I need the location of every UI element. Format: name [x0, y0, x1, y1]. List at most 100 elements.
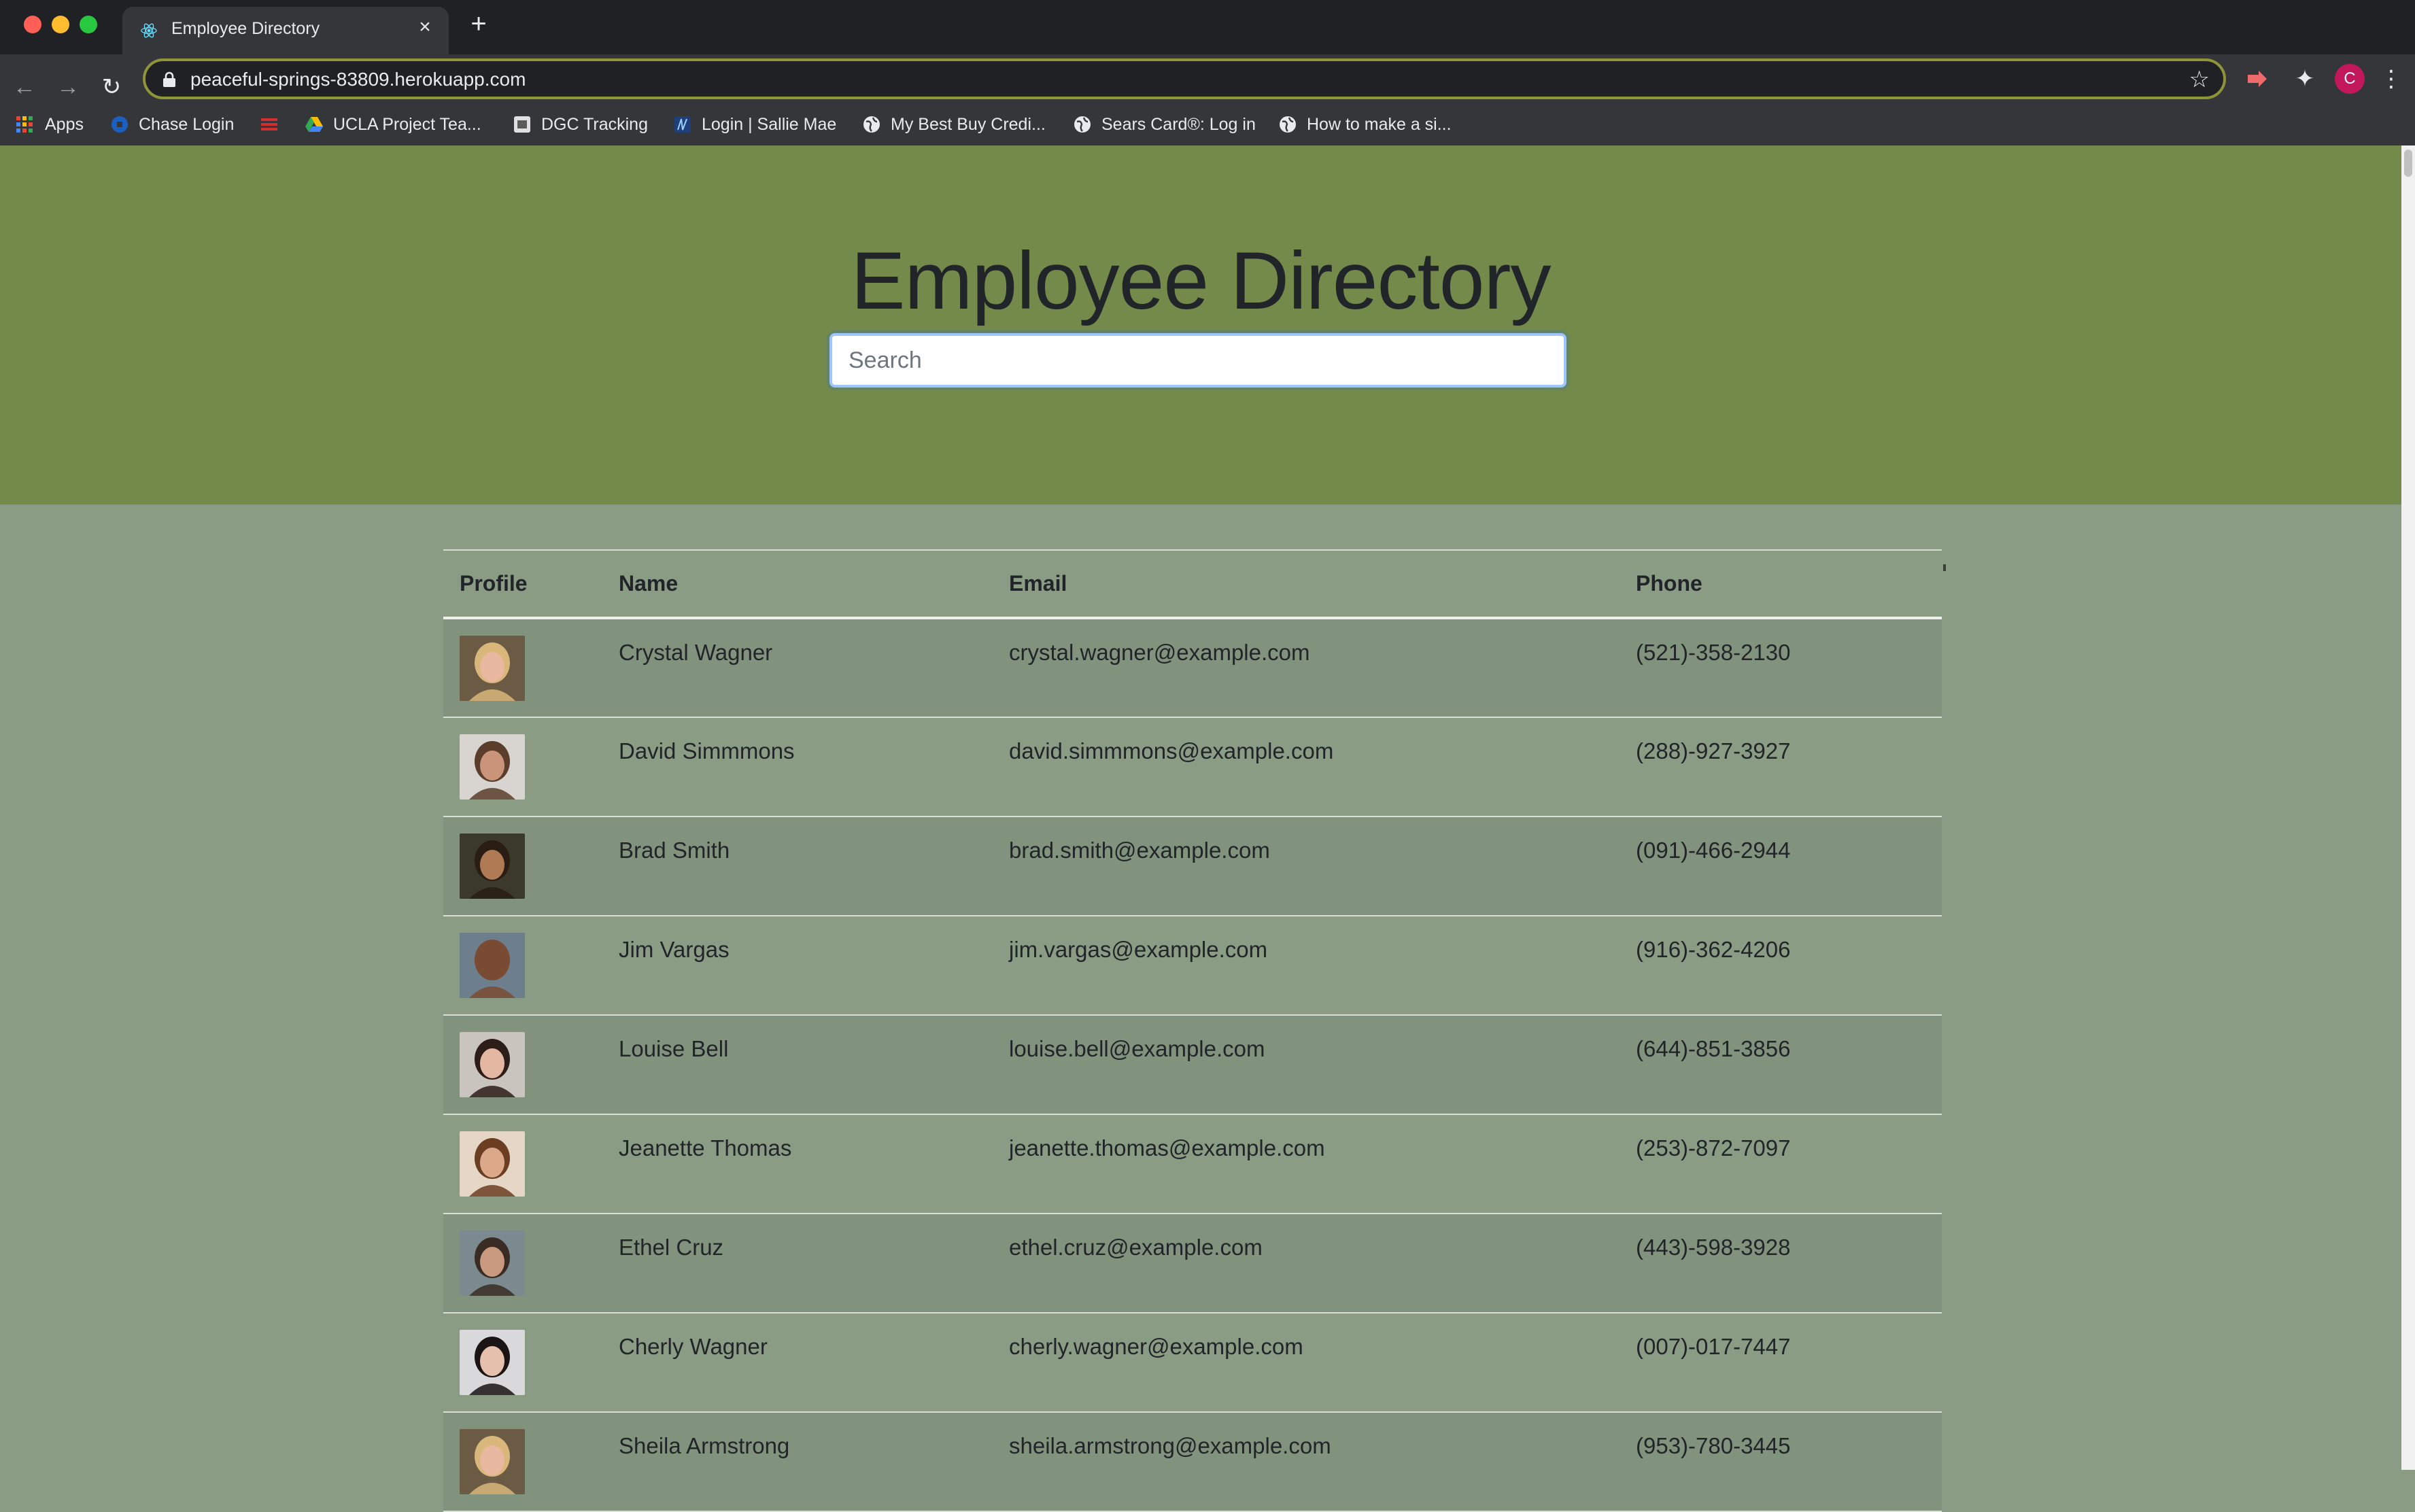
profile-cell [443, 1015, 602, 1115]
extension-arrow-icon[interactable] [2244, 65, 2271, 92]
phone-cell: (288)-927-3927 [1620, 717, 1942, 817]
profile-cell [443, 1313, 602, 1413]
name-cell: Ethel Cruz [602, 1214, 993, 1313]
profile-cell [443, 817, 602, 916]
phone-cell: (644)-851-3856 [1620, 1015, 1942, 1115]
tracking-icon [514, 116, 530, 133]
bookmark-ucla-project[interactable]: UCLA Project Tea... [305, 113, 481, 136]
phone-cell: (953)-780-3445 [1620, 1412, 1942, 1512]
profile-photo [460, 734, 525, 800]
forward-arrow-icon[interactable]: → [54, 73, 82, 101]
url-text: peaceful-springs-83809.herokuapp.com [190, 69, 526, 90]
minimize-window-button[interactable] [52, 16, 69, 33]
email-cell: david.simmmons@example.com [993, 717, 1620, 817]
employee-table: Profile Name Email Phone Crystal Wagner c… [443, 549, 1942, 1512]
table-header-row: Profile Name Email Phone [443, 549, 1942, 619]
name-cell: Jeanette Thomas [602, 1114, 993, 1214]
profile-photo [460, 1429, 525, 1494]
bookmark-best-buy[interactable]: My Best Buy Credi... [862, 113, 1046, 136]
address-bar[interactable]: peaceful-springs-83809.herokuapp.com ☆ [143, 58, 2226, 99]
name-cell: Sheila Armstrong [602, 1412, 993, 1512]
browser-tab-active[interactable]: Employee Directory × [122, 7, 449, 54]
email-cell: brad.smith@example.com [993, 817, 1620, 916]
bookmark-apps[interactable]: Apps [16, 113, 84, 136]
phone-cell: (443)-598-3928 [1620, 1214, 1942, 1313]
profile-photo [460, 1330, 525, 1395]
table-row[interactable]: Cherly Wagner cherly.wagner@example.com (0… [443, 1313, 1942, 1413]
profile-cell [443, 1214, 602, 1313]
red-bars-logo-icon [261, 118, 277, 131]
new-tab-icon[interactable]: + [466, 10, 491, 37]
header-profile[interactable]: Profile [443, 549, 602, 619]
email-cell: jeanette.thomas@example.com [993, 1114, 1620, 1214]
table-row[interactable]: Louise Bell louise.bell@example.com (644)-… [443, 1015, 1942, 1115]
profile-photo [460, 1131, 525, 1197]
table-row[interactable]: David Simmmons david.simmmons@example.com… [443, 717, 1942, 817]
bookmarks-bar: Apps Chase Login UCLA Project Tea... DGC… [0, 103, 2415, 147]
header-email[interactable]: Email [993, 549, 1620, 619]
phone-cell: (521)-358-2130 [1620, 618, 1942, 718]
profile-cell [443, 916, 602, 1016]
hero-banner: Employee Directory [0, 145, 2401, 504]
name-cell: Jim Vargas [602, 916, 993, 1016]
bookmark-sears-card[interactable]: Sears Card®: Log in [1073, 113, 1256, 136]
phone-cell: (916)-362-4206 [1620, 916, 1942, 1016]
profile-avatar[interactable]: C [2335, 64, 2365, 94]
stray-mark [1943, 564, 1946, 571]
table-row[interactable]: Sheila Armstrong sheila.armstrong@example… [443, 1412, 1942, 1512]
profile-photo [460, 636, 525, 701]
bookmark-how-to-make[interactable]: How to make a si... [1278, 113, 1452, 136]
phone-cell: (091)-466-2944 [1620, 817, 1942, 916]
profile-photo [460, 1032, 525, 1097]
back-arrow-icon[interactable]: ← [11, 73, 38, 101]
email-cell: louise.bell@example.com [993, 1015, 1620, 1115]
header-name[interactable]: Name [602, 549, 993, 619]
profile-photo [460, 933, 525, 998]
scrollbar-thumb[interactable] [2404, 150, 2412, 177]
employee-table-container: Profile Name Email Phone Crystal Wagner c… [443, 549, 1942, 1512]
bookmark-red-bars[interactable] [260, 113, 288, 136]
phone-cell: (007)-017-7447 [1620, 1313, 1942, 1413]
react-logo-icon [141, 23, 157, 38]
phone-cell: (253)-872-7097 [1620, 1114, 1942, 1214]
table-body: Crystal Wagner crystal.wagner@example.com… [443, 618, 1942, 1512]
google-drive-icon [305, 117, 323, 132]
tab-title: Employee Directory [171, 19, 320, 38]
browser-menu-icon[interactable]: ⋮ [2380, 64, 2403, 94]
fullscreen-window-button[interactable] [80, 16, 97, 33]
page-content: Employee Directory Profile Name Email Ph… [0, 145, 2401, 1512]
search-input[interactable] [829, 333, 1566, 388]
email-cell: ethel.cruz@example.com [993, 1214, 1620, 1313]
reload-icon[interactable]: ↻ [98, 73, 125, 101]
lock-icon [163, 71, 175, 87]
bookmark-dgc-tracking[interactable]: DGC Tracking [513, 113, 648, 136]
close-window-button[interactable] [24, 16, 41, 33]
table-row[interactable]: Crystal Wagner crystal.wagner@example.com… [443, 618, 1942, 718]
apps-grid-icon [16, 116, 33, 133]
browser-toolbar: ← → ↻ peaceful-springs-83809.herokuapp.c… [0, 54, 2415, 152]
globe-icon [1074, 116, 1091, 133]
profile-cell [443, 618, 602, 718]
email-cell: cherly.wagner@example.com [993, 1313, 1620, 1413]
profile-cell [443, 1114, 602, 1214]
name-cell: David Simmmons [602, 717, 993, 817]
header-phone[interactable]: Phone [1620, 549, 1942, 619]
email-cell: crystal.wagner@example.com [993, 618, 1620, 718]
profile-photo [460, 1231, 525, 1296]
puzzle-extensions-icon[interactable]: ✦ [2291, 65, 2318, 92]
table-row[interactable]: Jim Vargas jim.vargas@example.com (916)-36… [443, 916, 1942, 1016]
name-cell: Cherly Wagner [602, 1313, 993, 1413]
table-row[interactable]: Brad Smith brad.smith@example.com (091)-46… [443, 817, 1942, 916]
profile-photo [460, 834, 525, 899]
tab-close-icon[interactable]: × [413, 16, 436, 39]
bookmark-star-icon[interactable]: ☆ [2189, 67, 2210, 92]
globe-icon [1280, 116, 1296, 133]
bookmark-sallie-mae[interactable]: Login | Sallie Mae [673, 113, 836, 136]
chase-logo-icon [112, 116, 128, 133]
bookmark-chase-login[interactable]: Chase Login [110, 113, 234, 136]
page-scrollbar[interactable] [2401, 145, 2415, 1470]
table-row[interactable]: Jeanette Thomas jeanette.thomas@example.c… [443, 1114, 1942, 1214]
browser-tab-strip: Employee Directory × + [0, 0, 2415, 54]
profile-cell [443, 1412, 602, 1512]
table-row[interactable]: Ethel Cruz ethel.cruz@example.com (443)-59… [443, 1214, 1942, 1313]
